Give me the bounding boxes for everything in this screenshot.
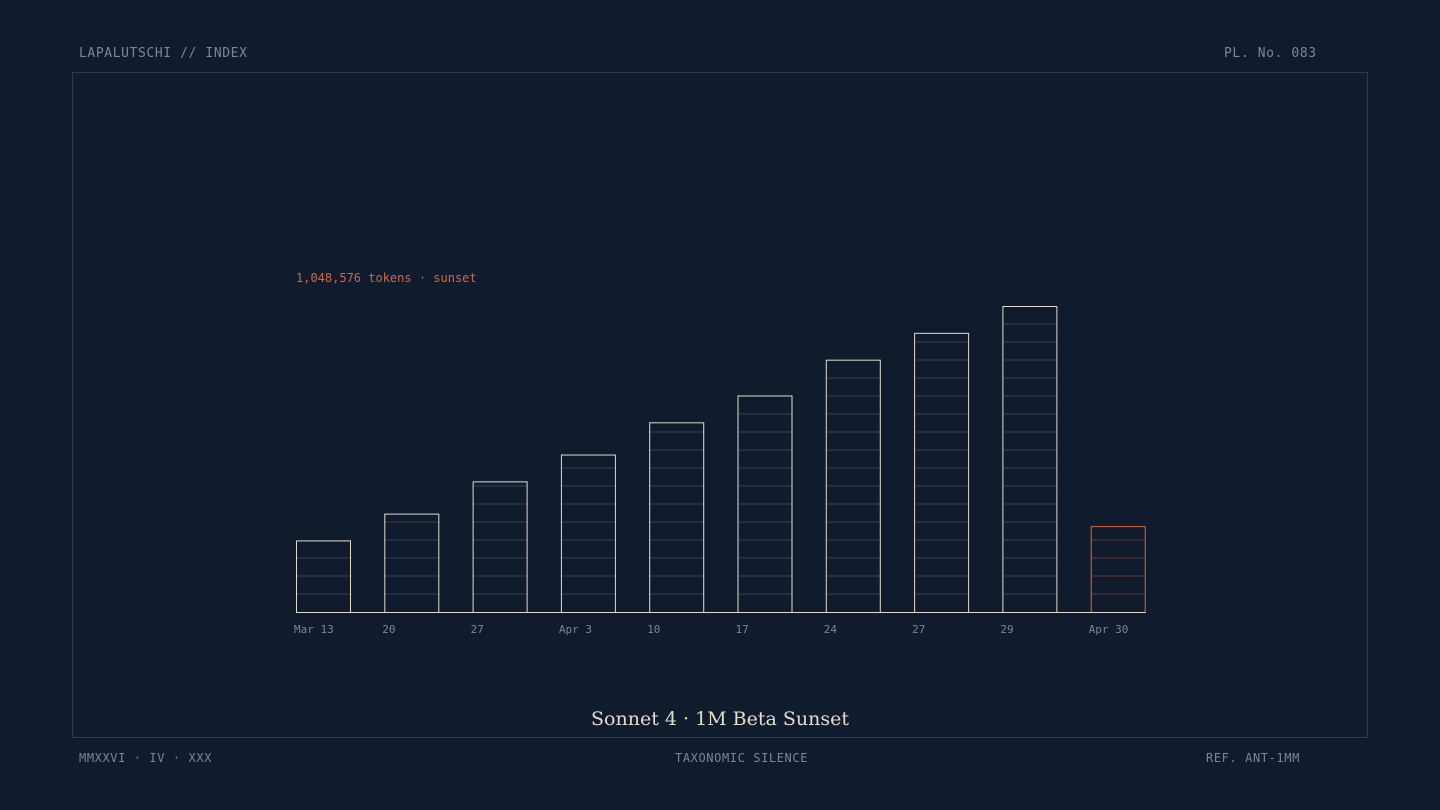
footer-caption: TAXONOMIC SILENCE (675, 751, 809, 765)
bar-highlight (1090, 526, 1146, 614)
bar (472, 481, 528, 613)
x-tick-label: Apr 30 (1089, 623, 1129, 636)
chart-annotation: 1,048,576 tokens · sunset (296, 271, 477, 285)
x-tick-label: 10 (647, 623, 660, 636)
bar (914, 332, 970, 613)
bar-chart: Mar 13 20 27 Apr 3 10 17 24 27 29 Apr 30 (294, 306, 1146, 636)
footer-date: MMXXVI · IV · XXX (79, 751, 213, 765)
footer-reference: REF. ANT-1MM (1206, 751, 1300, 765)
x-tick-label: 27 (912, 623, 925, 636)
bar (1002, 306, 1058, 613)
bar (384, 513, 440, 613)
x-tick-label: 29 (1000, 623, 1013, 636)
x-tick-label: 27 (471, 623, 484, 636)
x-tick-label: Apr 3 (559, 623, 592, 636)
bar (649, 422, 705, 613)
x-tick-label: 24 (824, 623, 838, 636)
x-tick-label: 20 (382, 623, 395, 636)
x-tick-label: Mar 13 (294, 623, 334, 636)
bar (296, 540, 351, 614)
chart-title: Sonnet 4 · 1M Beta Sunset (591, 708, 849, 730)
x-tick-label: 17 (736, 623, 749, 636)
bar (560, 454, 616, 613)
